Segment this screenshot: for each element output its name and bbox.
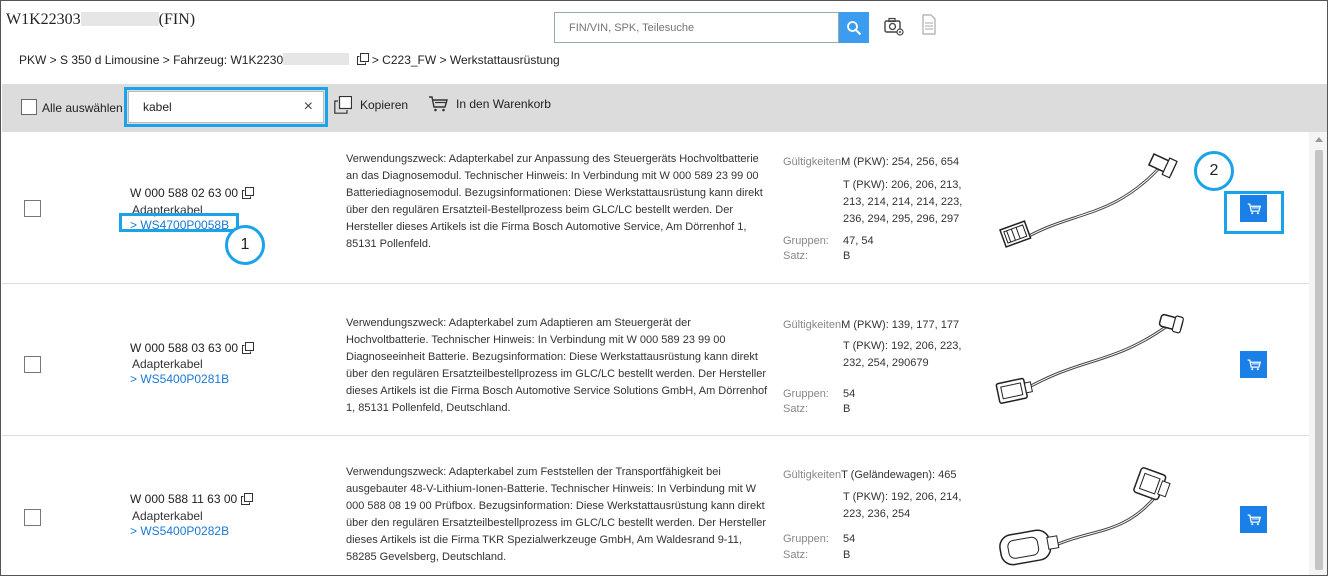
groups-label: Gruppen: <box>783 388 829 400</box>
annotation-badge-2: 2 <box>1194 151 1234 191</box>
part-description: Verwendungszweck: Adapterkabel zum Adapt… <box>346 317 768 414</box>
annotation-badge-1: 1 <box>225 225 265 265</box>
search-button[interactable] <box>839 12 869 43</box>
scroll-up-arrow-icon[interactable] <box>1315 137 1323 142</box>
groups-label: Gruppen: <box>783 235 829 247</box>
copy-button[interactable]: Kopieren <box>334 96 408 114</box>
list-item: W 000 588 03 63 00 Adapterkabel > WS5400… <box>2 284 1309 436</box>
parts-list: W 000 588 02 63 00 Adapterkabel > WS4700… <box>2 132 1309 575</box>
search-field[interactable] <box>554 12 839 43</box>
set-label: Satz: <box>783 250 809 262</box>
vin-prefix: W1K22303 <box>6 11 81 28</box>
validity-rest: T (PKW): 192, 206, 223, 232, 254, 290679 <box>843 340 962 369</box>
redacted-block <box>80 12 159 26</box>
vehicle-vin-title: W1K22303 (FIN) <box>6 11 195 29</box>
validity-value: M (PKW): 254, 256, 654 <box>841 156 960 168</box>
copy-icon[interactable] <box>242 342 255 354</box>
link-highlight-box <box>119 213 239 232</box>
workshop-equipment-link[interactable]: > WS5400P0282B <box>130 524 229 538</box>
copy-icon <box>334 96 352 114</box>
add-to-cart-button[interactable] <box>1240 506 1267 533</box>
app-frame: W1K22303 (FIN) PKW > S 350 d Limousine > … <box>0 0 1328 576</box>
adapter-cable-image <box>999 153 1178 248</box>
validity-label: Gültigkeiten <box>783 156 842 168</box>
workshop-equipment-link[interactable]: > WS5400P0281B <box>130 372 229 386</box>
validity-value: M (PKW): 139, 177, 177 <box>841 319 960 331</box>
list-item: W 000 588 02 63 00 Adapterkabel > WS4700… <box>2 132 1309 284</box>
validity-label: Gültigkeiten <box>783 469 842 481</box>
groups-label: Gruppen: <box>783 533 829 545</box>
part-number: W 000 588 11 63 00 <box>130 492 254 506</box>
cart-icon <box>1247 513 1261 525</box>
set-label: Satz: <box>783 549 809 561</box>
part-number-text: W 000 588 02 63 00 <box>130 186 239 200</box>
search-icon <box>847 20 862 35</box>
breadcrumb-tail[interactable]: > C223_FW > Werkstattausrüstung <box>372 53 560 67</box>
list-item: W 000 588 11 63 00 Adapterkabel > WS5400… <box>2 437 1309 575</box>
filter-highlight-box <box>124 87 328 127</box>
copy-label: Kopieren <box>360 98 409 112</box>
adapter-cable-image <box>995 313 1184 404</box>
validity-value: T (Geländewagen): 465 <box>841 469 957 481</box>
set-value: B <box>843 549 851 561</box>
scrollbar[interactable] <box>1309 132 1327 575</box>
set-value: B <box>843 403 851 415</box>
row-checkbox[interactable] <box>24 356 41 373</box>
set-label: Satz: <box>783 403 809 415</box>
vin-suffix: (FIN) <box>158 11 196 28</box>
row-checkbox[interactable] <box>24 200 41 217</box>
breadcrumb-path[interactable]: PKW > S 350 d Limousine > Fahrzeug: W1K2… <box>19 53 283 67</box>
adapter-cable-image <box>999 467 1171 566</box>
part-number: W 000 588 03 63 00 <box>130 341 255 355</box>
groups-value: 54 <box>843 533 856 545</box>
copy-icon[interactable] <box>242 187 255 199</box>
validity-first: GültigkeitenM (PKW): 254, 256, 654 <box>783 156 959 168</box>
part-number-text: W 000 588 11 63 00 <box>130 492 238 506</box>
search-input[interactable] <box>555 13 838 42</box>
breadcrumb: PKW > S 350 d Limousine > Fahrzeug: W1K2… <box>19 53 560 67</box>
cart-icon <box>429 96 448 112</box>
add-to-cart-toolbar-button[interactable]: In den Warenkorb <box>428 96 551 112</box>
validity-first: GültigkeitenM (PKW): 139, 177, 177 <box>783 319 959 331</box>
part-number: W 000 588 02 63 00 <box>130 186 255 200</box>
part-description: Verwendungszweck: Adapterkabel zur Anpas… <box>346 153 763 250</box>
part-number-text: W 000 588 03 63 00 <box>130 341 239 355</box>
part-name: Adapterkabel <box>132 357 203 371</box>
select-all-checkbox[interactable] <box>21 99 37 115</box>
validity-label: Gültigkeiten <box>783 319 842 331</box>
copy-icon[interactable] <box>241 493 254 505</box>
cart-icon <box>1247 358 1261 370</box>
set-value: B <box>843 250 851 262</box>
part-description: Verwendungszweck: Adapterkabel zum Fests… <box>346 466 767 563</box>
row-checkbox[interactable] <box>24 509 41 526</box>
validity-rest: T (PKW): 206, 206, 213, 213, 214, 214, 2… <box>843 179 963 225</box>
validity-rest: T (PKW): 192, 206, 214, 223, 236, 254 <box>843 491 962 520</box>
cart-highlight-box <box>1224 191 1284 234</box>
copy-icon[interactable] <box>356 53 369 65</box>
part-name: Adapterkabel <box>132 509 203 523</box>
cart-label: In den Warenkorb <box>456 97 551 111</box>
redacted-block <box>283 53 350 65</box>
camera-settings-icon[interactable] <box>884 16 904 36</box>
select-all-label[interactable]: Alle auswählen <box>42 101 123 115</box>
document-icon[interactable] <box>921 14 937 36</box>
validity-first: GültigkeitenT (Geländewagen): 465 <box>783 469 956 481</box>
scrollbar-thumb[interactable] <box>1315 150 1323 570</box>
add-to-cart-button[interactable] <box>1240 351 1267 378</box>
